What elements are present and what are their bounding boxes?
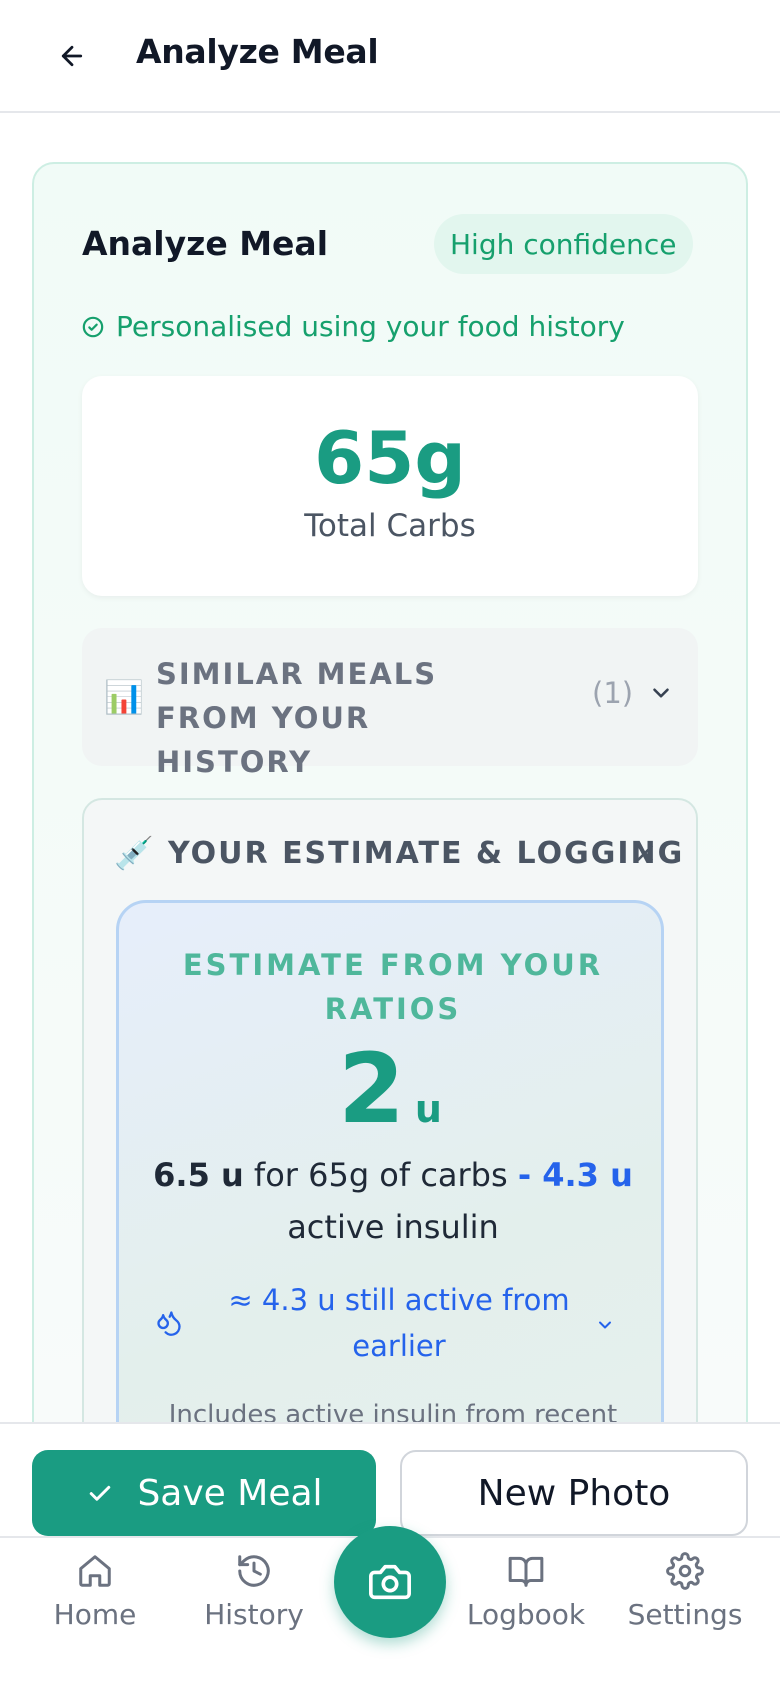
nav-home[interactable]: Home	[20, 1552, 170, 1631]
insulin-units-suffix: u	[414, 1087, 442, 1131]
active-insulin-note: ≈ 4.3 u still active from earlier	[228, 1283, 570, 1363]
personalised-note: Personalised using your food history	[82, 310, 625, 343]
chevron-down-icon	[599, 1321, 611, 1329]
camera-button[interactable]	[334, 1526, 446, 1638]
ratio-estimate-label: ESTIMATE FROM YOUR RATIOS	[182, 948, 604, 1026]
active-insulin-toggle[interactable]: ≈ 4.3 u still active from earlier	[149, 1275, 637, 1375]
top-bar: Analyze Meal	[0, 0, 780, 113]
new-photo-label: New Photo	[477, 1472, 671, 1514]
camera-icon	[369, 1564, 411, 1600]
history-icon	[238, 1555, 270, 1587]
insulin-units-value: 2	[338, 1033, 405, 1145]
card-title: Analyze Meal	[82, 224, 329, 263]
ratio-estimate-box: ESTIMATE FROM YOUR RATIOS 2u 6.5 u for 6…	[116, 900, 664, 1460]
nav-history-label: History	[204, 1598, 304, 1631]
nav-settings[interactable]: Settings	[610, 1552, 760, 1631]
save-meal-button[interactable]: Save Meal	[32, 1450, 376, 1536]
active-insulin-deduction: - 4.3 u	[517, 1156, 633, 1194]
nav-history[interactable]: History	[179, 1552, 329, 1631]
insulin-units: 2u	[119, 1033, 661, 1145]
nav-logbook[interactable]: Logbook	[451, 1552, 601, 1631]
save-meal-label: Save Meal	[137, 1472, 323, 1514]
check-circle-icon	[82, 316, 104, 337]
bar-chart-icon: 📊	[104, 678, 144, 716]
analysis-card: Analyze Meal High confidence Personalise…	[32, 162, 748, 1462]
gear-icon	[666, 1552, 704, 1590]
nav-logbook-label: Logbook	[466, 1598, 586, 1631]
total-carbs-panel: 65g Total Carbs	[82, 376, 698, 596]
nav-settings-label: Settings	[627, 1598, 743, 1631]
estimate-heading: YOUR ESTIMATE & LOGGING	[168, 836, 685, 871]
similar-meals-label: SIMILAR MEALS FROM YOUR HISTORY	[156, 657, 438, 779]
similar-meals-toggle[interactable]: 📊 SIMILAR MEALS FROM YOUR HISTORY (1)	[82, 628, 698, 779]
similar-meals-count: (1)	[592, 676, 634, 710]
personalised-text: Personalised using your food history	[116, 310, 625, 343]
dose-amount: 6.5 u	[153, 1156, 244, 1194]
total-carbs-value: 65g	[314, 416, 466, 500]
bottom-nav: Home History Logbook Settings	[0, 1526, 780, 1688]
page-title: Analyze Meal	[136, 32, 379, 71]
check-icon	[90, 1485, 111, 1501]
book-open-icon	[508, 1556, 544, 1587]
dose-calculation: 6.5 u for 65g of carbs - 4.3 u active in…	[149, 1149, 637, 1253]
close-icon[interactable]	[632, 840, 658, 866]
action-bar: Save Meal New Photo	[0, 1422, 780, 1537]
confidence-badge: High confidence	[434, 214, 693, 274]
nav-home-label: Home	[53, 1598, 137, 1631]
droplets-icon	[157, 1311, 181, 1336]
estimate-logging-panel: 💉 YOUR ESTIMATE & LOGGING ESTIMATE FROM …	[82, 798, 698, 1460]
home-icon	[79, 1555, 111, 1587]
dose-tail-text: active insulin	[287, 1208, 499, 1246]
dose-carb-text: for 65g of carbs	[243, 1156, 518, 1194]
back-button[interactable]	[52, 36, 92, 76]
total-carbs-label: Total Carbs	[304, 508, 476, 544]
chevron-down-icon	[653, 688, 669, 698]
arrow-left-icon	[61, 45, 83, 67]
syringe-icon: 💉	[114, 834, 154, 872]
new-photo-button[interactable]: New Photo	[400, 1450, 748, 1536]
